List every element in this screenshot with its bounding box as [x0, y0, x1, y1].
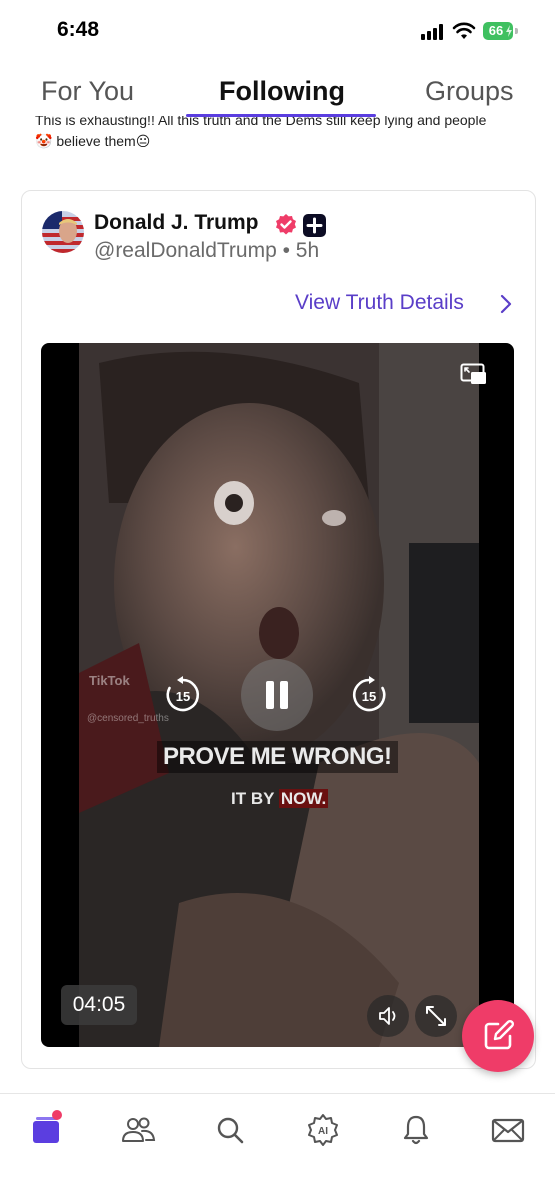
- skip-forward-icon: 15: [353, 676, 386, 712]
- nav-messages[interactable]: [490, 1112, 526, 1148]
- tab-groups[interactable]: Groups: [425, 76, 514, 107]
- skip-forward-seconds: 15: [362, 689, 376, 704]
- video-duration: 04:05: [61, 985, 137, 1025]
- nav-feed[interactable]: [30, 1110, 66, 1148]
- compose-icon: [484, 1019, 515, 1050]
- nav-ai[interactable]: AI: [305, 1112, 341, 1148]
- signal-icon: [421, 24, 447, 40]
- mail-icon: [491, 1118, 525, 1143]
- video-caption-sub-b: NOW.: [278, 789, 329, 808]
- pause-button[interactable]: [241, 659, 313, 731]
- chevron-right-icon[interactable]: [498, 293, 514, 315]
- status-time: 6:48: [57, 18, 100, 41]
- tiktok-watermark: TikTok: [89, 673, 130, 688]
- video-caption-main: PROVE ME WRONG!: [157, 741, 398, 773]
- pause-icon: [266, 681, 288, 709]
- skip-back-icon: 15: [166, 676, 199, 712]
- picture-in-picture-icon[interactable]: [460, 363, 488, 387]
- tab-following[interactable]: Following: [219, 76, 345, 107]
- active-tab-indicator: [186, 114, 376, 117]
- expand-icon: [426, 1006, 446, 1026]
- bell-icon: [403, 1115, 429, 1145]
- search-icon: [217, 1117, 244, 1144]
- author-handle-time: @realDonaldTrump • 5h: [94, 239, 320, 262]
- notification-dot: [52, 1110, 62, 1120]
- nav-notifications[interactable]: [398, 1112, 434, 1148]
- fullscreen-button[interactable]: [415, 995, 457, 1037]
- battery-icon: 66: [483, 22, 513, 40]
- previous-post-line: 🤡 believe them😐: [35, 133, 151, 149]
- skip-forward-button[interactable]: 15: [349, 675, 389, 715]
- nav-search[interactable]: [212, 1112, 248, 1148]
- skip-back-button[interactable]: 15: [163, 675, 203, 715]
- speaker-icon: [379, 1007, 396, 1025]
- feed-tabs: For You Following Groups: [0, 62, 555, 117]
- status-bar: 6:48 66: [0, 0, 555, 62]
- post-card: Donald J. Trump @realDonaldTrump • 5h Vi…: [21, 190, 536, 1069]
- wifi-icon: [452, 22, 476, 39]
- previous-post-text[interactable]: This is exhausting!! All this truth and …: [35, 113, 535, 153]
- people-icon: [122, 1117, 156, 1142]
- tiktok-watermark-handle: @censored_truths: [87, 713, 169, 724]
- plus-badge-icon: [303, 214, 326, 237]
- view-truth-details-link[interactable]: View Truth Details: [295, 291, 464, 315]
- battery-cap: [515, 28, 518, 34]
- video-caption-sub-a: IT BY: [231, 789, 279, 808]
- volume-button[interactable]: [367, 995, 409, 1037]
- video-player[interactable]: TikTok @censored_truths 15 15 PROVE ME W…: [41, 343, 514, 1047]
- video-caption-sub: IT BY NOW.: [231, 789, 329, 809]
- charging-bolt-icon: [506, 25, 512, 37]
- avatar[interactable]: [42, 211, 84, 253]
- verified-badge-icon: [276, 214, 296, 235]
- nav-people[interactable]: [120, 1112, 156, 1148]
- bottom-navigation: AI: [0, 1093, 555, 1201]
- compose-button[interactable]: [462, 1000, 534, 1072]
- tab-for-you[interactable]: For You: [41, 76, 134, 107]
- skip-back-seconds: 15: [176, 689, 190, 704]
- svg-text:AI: AI: [318, 1126, 328, 1137]
- ai-icon: AI: [308, 1114, 338, 1146]
- author-name[interactable]: Donald J. Trump: [94, 211, 259, 235]
